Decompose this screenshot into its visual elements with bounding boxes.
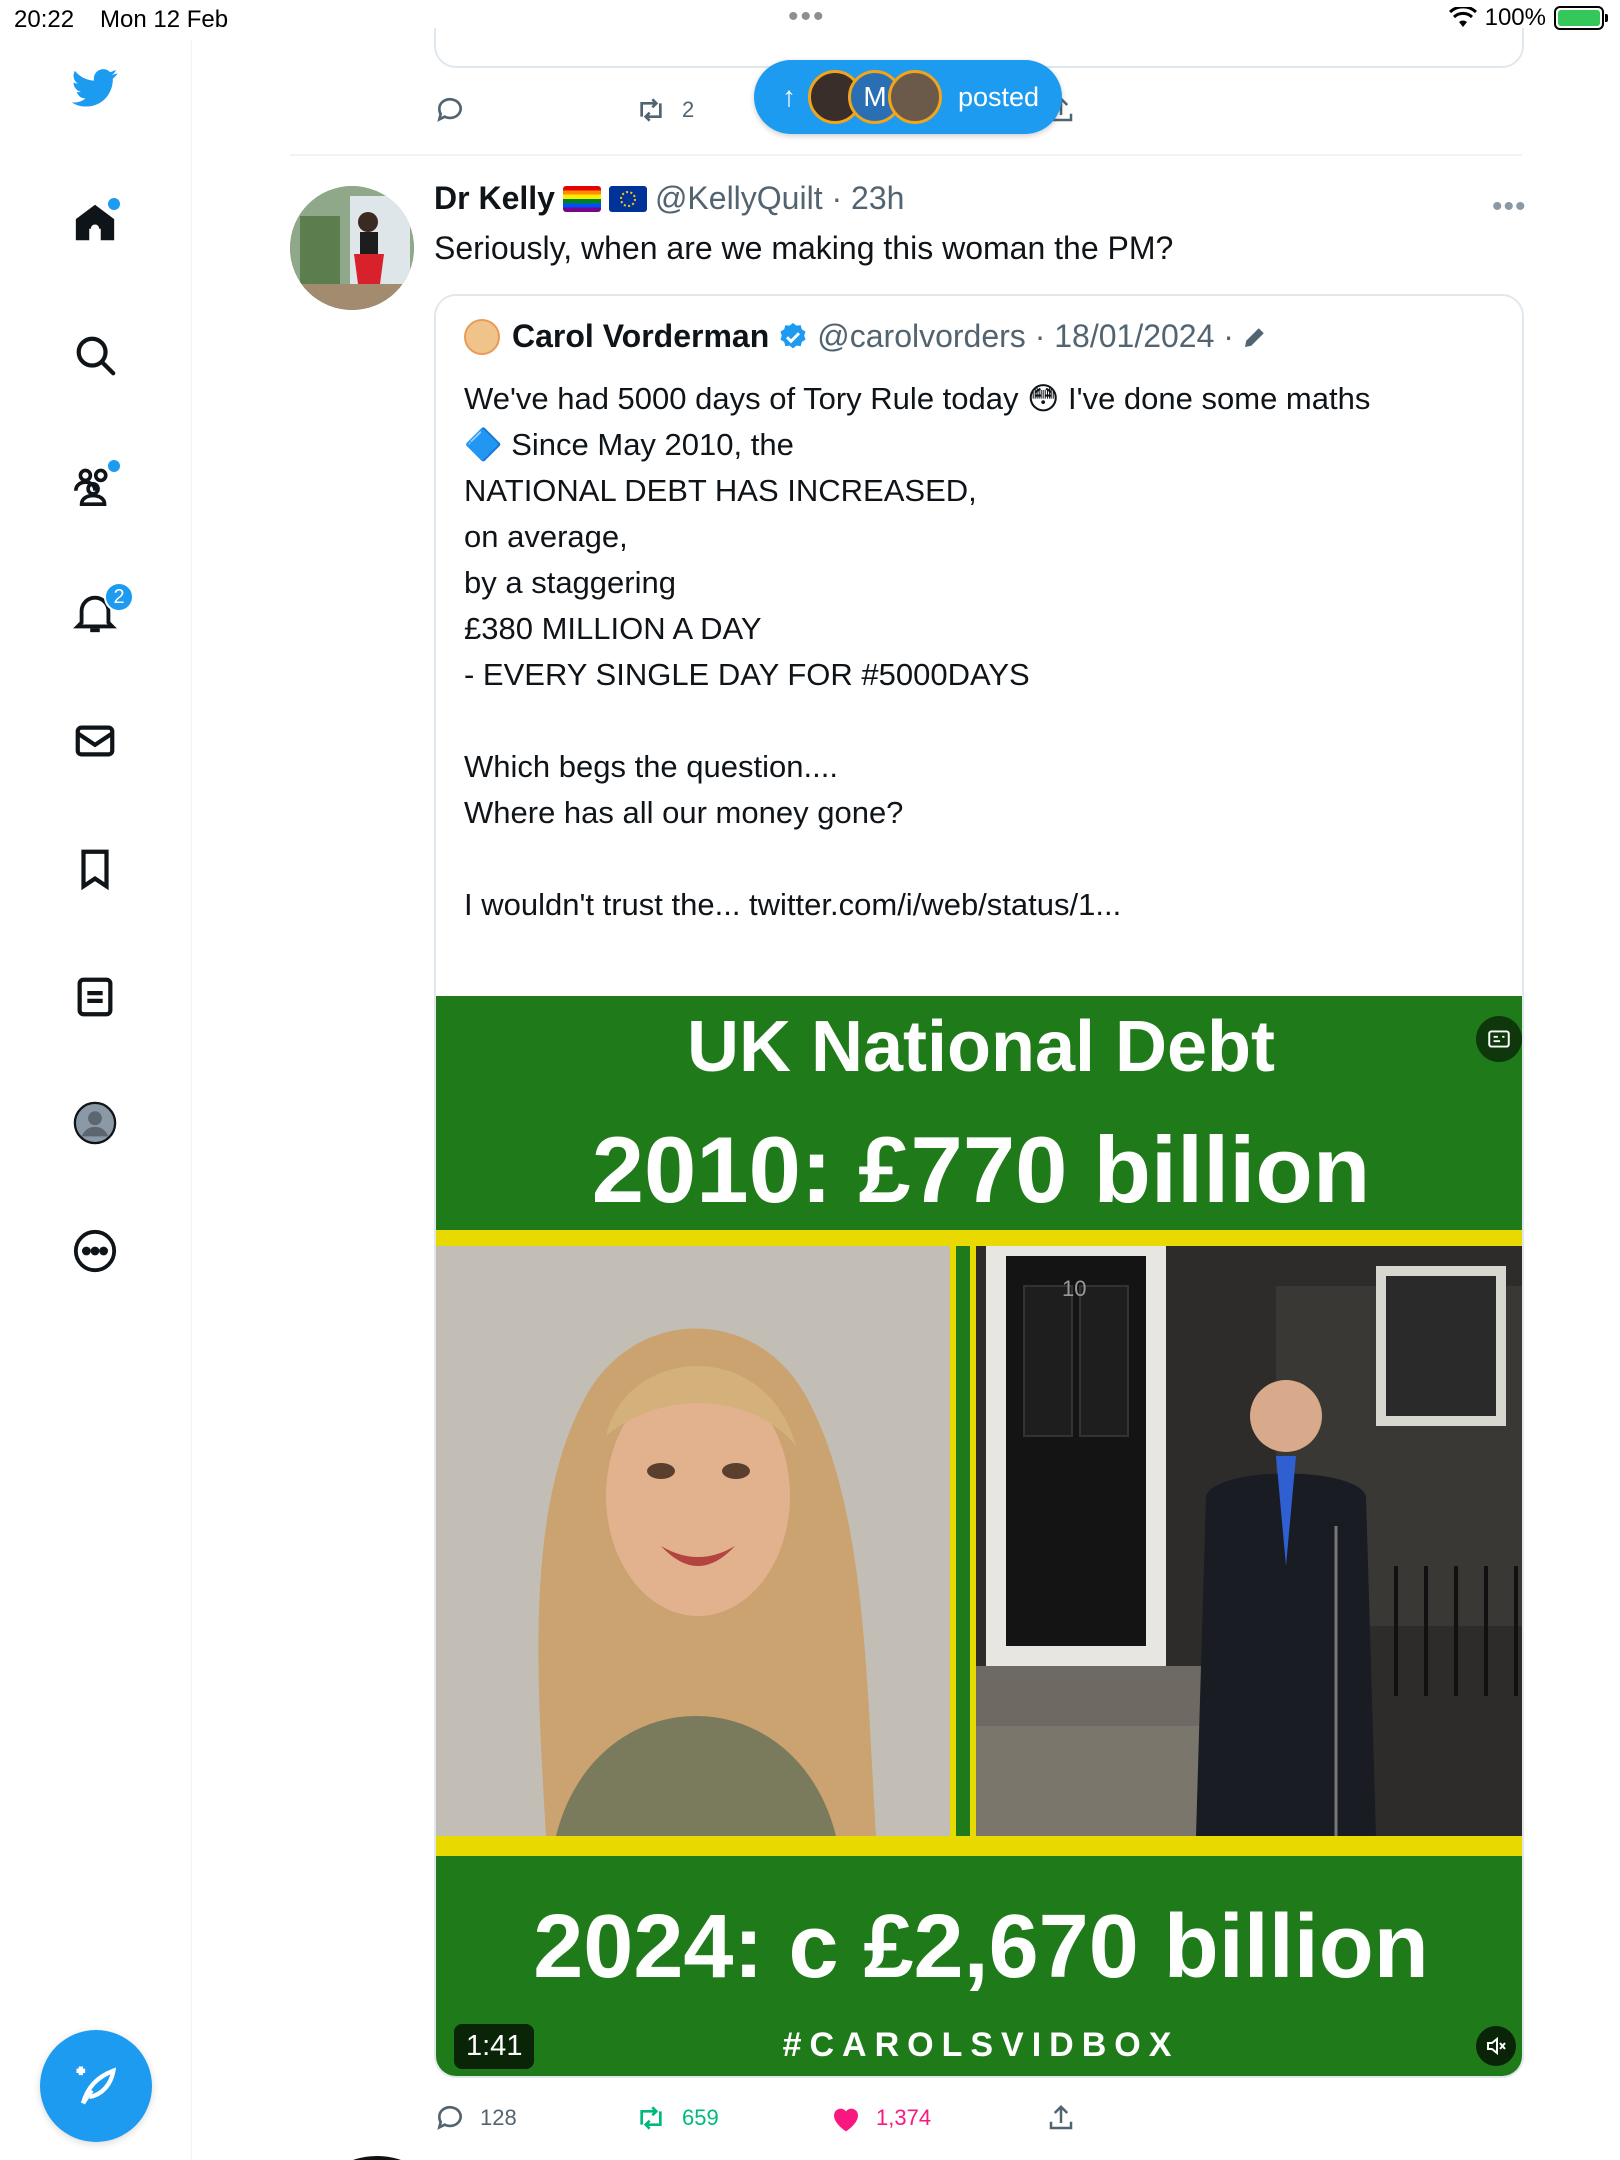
status-date: Mon 12 Feb [100,6,229,33]
mail-icon[interactable] [70,716,120,766]
edited-pencil-icon [1244,327,1264,347]
search-icon[interactable] [70,330,120,380]
video-player[interactable]: UK National Debt 2010: £770 billion 10 2… [436,996,1522,2076]
like-count: 1,374 [876,2105,932,2130]
wifi-icon [1448,7,1477,27]
timeline: 2 ↑ M posted Dr Kelly @KellyQuilt · 23h … [192,28,1526,2160]
tweet-actions: 128 659 1,374 [434,2098,1234,2138]
share-button[interactable] [1046,2103,1076,2133]
home-unread-dot [108,198,120,210]
eu-flag-icon [608,185,647,212]
bell-icon[interactable]: 2 [70,582,134,638]
video-2024-text: 2024: c £2,670 billion [533,1897,1429,1997]
like-button[interactable]: 1,374 [830,2103,931,2133]
presenter-photo [436,1246,950,1836]
tweet-text: Seriously, when are we making this woman… [434,230,1174,266]
quote-text: We've had 5000 days of Tory Rule today 😳… [464,381,1371,922]
home-icon[interactable] [70,198,120,248]
alt-text-icon[interactable] [1476,1016,1522,1062]
tweet-handle-time[interactable]: @KellyQuilt · 23h [655,180,904,217]
share-icon [1049,2104,1073,2130]
avatar [464,318,500,355]
battery-icon [1554,6,1608,30]
reply-icon [437,97,462,122]
arrow-up-icon: ↑ [782,81,796,112]
new-posts-pill[interactable]: ↑ M posted [754,60,1062,134]
retweet-button[interactable]: 2 [634,94,694,126]
quote-author-name: Carol Vorderman [512,318,770,354]
list-icon[interactable] [70,972,120,1022]
verified-badge-icon [780,322,806,348]
avatar [888,70,942,124]
retweet-button[interactable]: 659 [634,2102,719,2134]
door-number: 10 [1062,1276,1086,1301]
downing-street-photo: 10 [976,1246,1522,1836]
status-time: 20:22 [14,6,75,33]
video-split-divider [950,1246,976,1836]
video-2010-text: 2010: £770 billion [591,1117,1371,1222]
retweet-icon [640,98,662,122]
tweet-more-icon[interactable]: ••• [1492,190,1527,224]
reply-button[interactable]: 128 [434,2102,517,2134]
bookmark-icon[interactable] [70,844,120,894]
sidebar: 2 [0,40,192,2160]
twitter-bird-icon[interactable] [70,62,120,112]
rainbow-flag-icon [562,185,601,212]
reply-button[interactable] [434,94,466,126]
video-duration: 1:41 [454,2024,535,2069]
name-flags [562,185,647,212]
video-hashtag-text: #CAROLSVIDBOX [782,2026,1180,2064]
tweet-author-name[interactable]: Dr Kelly [434,180,555,217]
avatar[interactable] [290,186,414,310]
retweet-count: 659 [682,2105,719,2130]
more-circle-icon[interactable] [70,1226,120,1276]
notifications-badge: 2 [104,582,134,612]
avatar[interactable] [322,2156,432,2160]
profile-icon[interactable] [70,1098,120,1148]
compose-icon [76,2066,117,2105]
reply-count: 128 [480,2105,517,2130]
communities-icon[interactable] [70,460,120,510]
video-stripe [436,1836,1522,1856]
tweet-header: Dr Kelly @KellyQuilt · 23h [434,180,904,217]
reply-icon [437,2105,462,2130]
quote-handle-date: @carolvorders · 18/01/2024 · [817,318,1234,354]
tweet-divider [290,154,1522,156]
compose-button[interactable] [40,2030,152,2142]
quote-header: Carol Vorderman @carolvorders · 18/01/20… [464,318,1270,355]
mute-icon[interactable] [1476,2026,1516,2066]
heart-icon [834,2108,858,2132]
video-title-text: UK National Debt [686,1007,1276,1087]
posted-label: posted [958,81,1040,112]
video-stripe [436,1230,1522,1246]
communities-unread-dot [108,460,120,472]
retweet-icon [640,2106,662,2130]
retweet-count: 2 [682,97,695,122]
quote-tweet-card[interactable]: Carol Vorderman @carolvorders · 18/01/20… [434,294,1524,2078]
